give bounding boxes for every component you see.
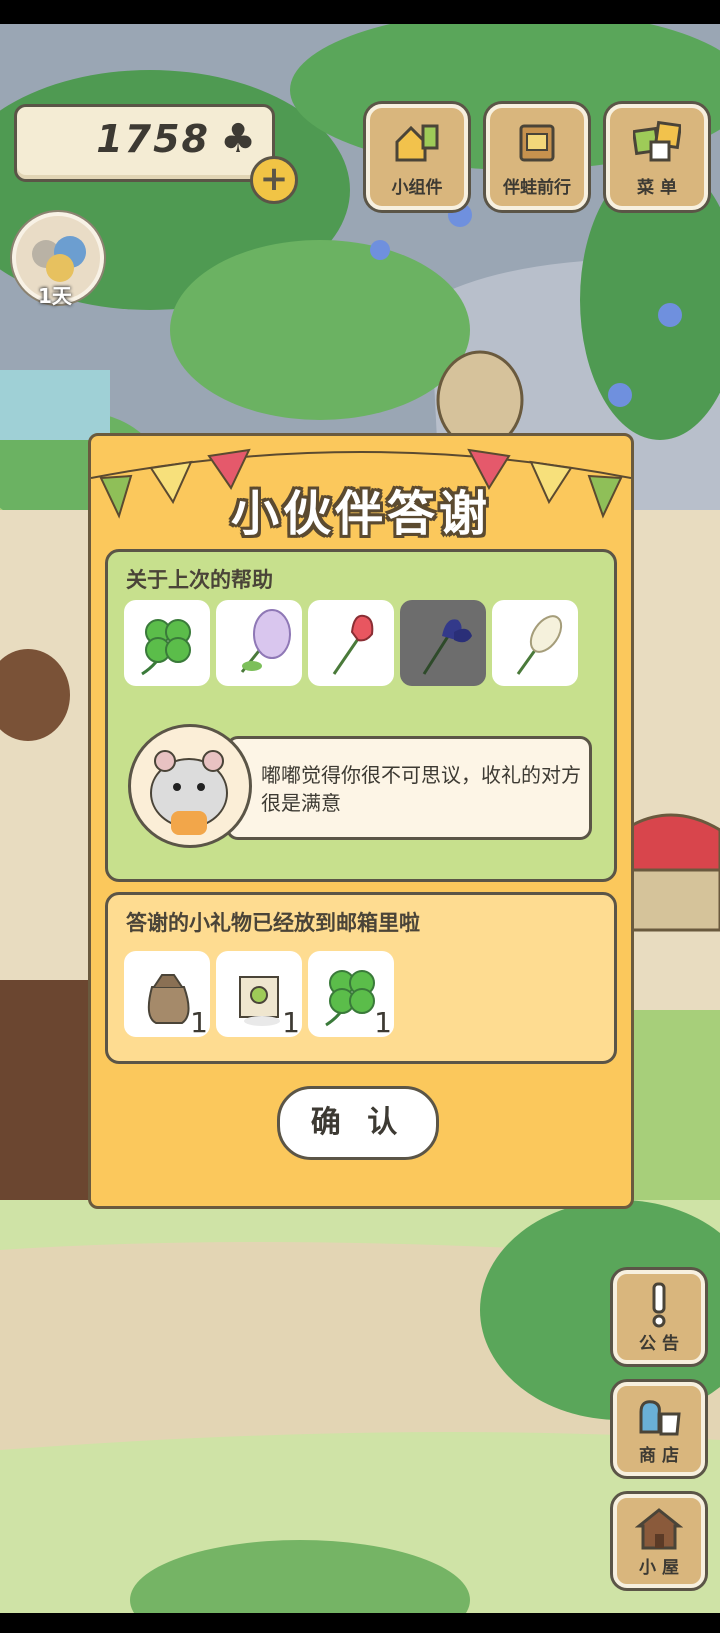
notice-button[interactable]: 公 告 <box>613 1270 705 1364</box>
gift-item-seed-packet[interactable]: 1 <box>216 951 302 1039</box>
four-leaf-clover-icon <box>141 619 191 676</box>
shop-label: 商 店 <box>639 1446 679 1466</box>
hamster-avatar <box>128 724 252 848</box>
clover-amount: 1758 <box>96 117 210 161</box>
help-panel: 关于上次的帮助 嘟嘟觉得你很不可思议，收礼的对方很是满意 <box>105 549 617 882</box>
confirm-button[interactable]: 确 认 <box>277 1086 439 1160</box>
gift-count: 1 <box>282 1006 300 1039</box>
widget-label: 小组件 <box>391 178 443 198</box>
journey-button[interactable]: 伴蛙前行 <box>486 104 588 210</box>
help-item-iris[interactable] <box>400 600 486 686</box>
journey-label: 伴蛙前行 <box>503 178 571 198</box>
hamster-icon <box>150 750 228 835</box>
help-item-tulip[interactable] <box>308 600 394 686</box>
house-icon <box>635 1508 683 1550</box>
house-button[interactable]: 小 屋 <box>613 1494 705 1588</box>
help-panel-title: 关于上次的帮助 <box>126 568 273 592</box>
gift-panel: 答谢的小礼物已经放到邮箱里啦 1 1 1 <box>105 892 617 1064</box>
gift-item-clover[interactable]: 1 <box>308 951 394 1039</box>
help-item-clover[interactable] <box>124 600 210 686</box>
gift-item-seed-bag[interactable]: 1 <box>124 951 210 1039</box>
menu-label: 菜 单 <box>637 178 677 198</box>
dialog-title: 小伙伴答谢 <box>230 486 491 542</box>
menu-icon <box>633 120 681 162</box>
help-item-hyacinth[interactable] <box>492 600 578 686</box>
iris-icon <box>422 619 472 675</box>
shop-bags-icon <box>639 1400 681 1436</box>
frog-days-label: 1天 <box>38 284 72 308</box>
hyacinth-icon <box>516 615 563 675</box>
widget-icon <box>395 124 439 162</box>
gift-panel-title: 答谢的小礼物已经放到邮箱里啦 <box>126 911 420 935</box>
lilac-icon <box>240 609 291 673</box>
house-label: 小 屋 <box>639 1558 679 1578</box>
journey-icon <box>519 124 555 162</box>
clover-counter: 1758 ♣ <box>14 104 275 182</box>
menu-button[interactable]: 菜 单 <box>606 104 708 210</box>
gift-count: 1 <box>190 1006 208 1039</box>
status-bar <box>0 0 720 24</box>
add-clovers-button[interactable]: + <box>250 156 298 204</box>
widget-button[interactable]: 小组件 <box>366 104 468 210</box>
shop-button[interactable]: 商 店 <box>613 1382 705 1476</box>
message-bubble: 嘟嘟觉得你很不可思议，收礼的对方很是满意 <box>226 736 592 840</box>
help-item-lilac[interactable] <box>216 600 302 686</box>
clover-icon: ♣ <box>220 116 256 162</box>
notice-label: 公 告 <box>639 1334 679 1354</box>
nav-bar <box>0 1613 720 1633</box>
tulip-icon <box>332 614 374 675</box>
friend-thanks-dialog: 小伙伴答谢 关于上次的帮助 嘟嘟觉得你很不可思议，收礼的对方很是满意 答谢的小礼… <box>88 433 634 1209</box>
exclamation-icon <box>652 1282 666 1328</box>
message-text: 嘟嘟觉得你很不可思议，收礼的对方很是满意 <box>261 763 581 815</box>
gift-count: 1 <box>374 1006 392 1039</box>
